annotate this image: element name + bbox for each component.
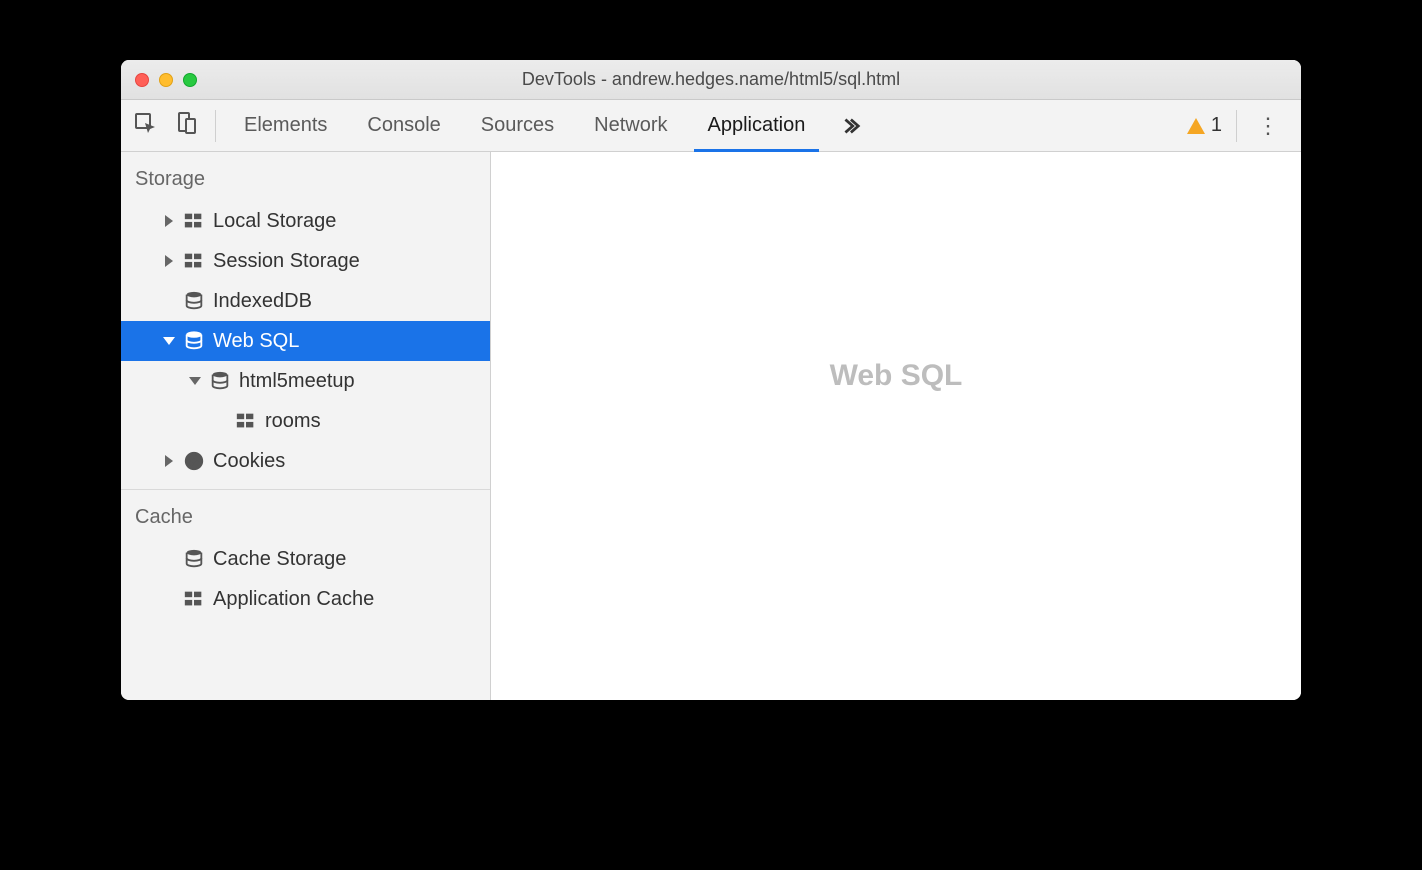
tab-console[interactable]: Console xyxy=(347,100,460,151)
sidebar-item-label: Local Storage xyxy=(213,210,336,233)
devtools-body: Storage Local Storage Session Storage Index… xyxy=(121,152,1301,700)
database-icon xyxy=(183,290,205,312)
tabs-overflow-button[interactable] xyxy=(825,100,875,151)
tab-network[interactable]: Network xyxy=(574,100,687,151)
sidebar-item-cookies[interactable]: Cookies xyxy=(121,441,490,481)
sidebar-item-label: rooms xyxy=(265,410,321,433)
chevron-right-icon[interactable] xyxy=(163,455,175,467)
application-main-pane: Web SQL xyxy=(491,152,1301,700)
sidebar-item-indexeddb[interactable]: IndexedDB xyxy=(121,281,490,321)
tab-sources[interactable]: Sources xyxy=(461,100,574,151)
storage-grid-icon xyxy=(235,410,257,432)
sidebar-item-label: Cache Storage xyxy=(213,548,346,571)
chevron-right-icon[interactable] xyxy=(163,255,175,267)
window-titlebar: DevTools - andrew.hedges.name/html5/sql.… xyxy=(121,60,1301,100)
panel-tabs: Elements Console Sources Network Applica… xyxy=(224,100,1177,151)
sidebar-item-local-storage[interactable]: Local Storage xyxy=(121,201,490,241)
settings-menu-button[interactable]: ⋮ xyxy=(1247,113,1289,139)
sidebar-section: Cache Cache Storage Application Cache xyxy=(121,490,490,627)
storage-grid-icon xyxy=(183,588,205,610)
tab-application[interactable]: Application xyxy=(688,100,826,151)
warnings-indicator[interactable]: 1 xyxy=(1187,110,1237,142)
sidebar-section: Storage Local Storage Session Storage Index… xyxy=(121,152,490,490)
devtools-window: DevTools - andrew.hedges.name/html5/sql.… xyxy=(121,60,1301,700)
inspect-element-icon[interactable] xyxy=(133,111,157,141)
sidebar-item-label: Session Storage xyxy=(213,250,360,273)
chevron-spacer xyxy=(163,295,175,307)
main-placeholder-text: Web SQL xyxy=(830,359,963,393)
sidebar-item-label: html5meetup xyxy=(239,370,355,393)
devtools-toolbar: Elements Console Sources Network Applica… xyxy=(121,100,1301,152)
sidebar-item-cache-storage[interactable]: Cache Storage xyxy=(121,539,490,579)
window-title: DevTools - andrew.hedges.name/html5/sql.… xyxy=(121,69,1301,90)
storage-grid-icon xyxy=(183,250,205,272)
chevron-right-icon[interactable] xyxy=(163,215,175,227)
warnings-count: 1 xyxy=(1211,114,1222,137)
toolbar-left-icons xyxy=(133,110,216,142)
sidebar-item-label: IndexedDB xyxy=(213,290,312,313)
warning-icon xyxy=(1187,118,1205,134)
sidebar-item-application-cache[interactable]: Application Cache xyxy=(121,579,490,619)
sidebar-item-rooms[interactable]: rooms xyxy=(121,401,490,441)
database-icon xyxy=(183,548,205,570)
sidebar-item-label: Web SQL xyxy=(213,330,299,353)
minimize-window-button[interactable] xyxy=(159,73,173,87)
toolbar-right: 1 ⋮ xyxy=(1177,110,1289,142)
traffic-lights xyxy=(121,73,197,87)
sidebar-item-html5meetup[interactable]: html5meetup xyxy=(121,361,490,401)
sidebar-item-web-sql[interactable]: Web SQL xyxy=(121,321,490,361)
sidebar-item-label: Application Cache xyxy=(213,588,374,611)
chevron-down-icon[interactable] xyxy=(189,375,201,387)
close-window-button[interactable] xyxy=(135,73,149,87)
chevron-spacer xyxy=(163,593,175,605)
chevron-spacer xyxy=(215,415,227,427)
sidebar-item-session-storage[interactable]: Session Storage xyxy=(121,241,490,281)
storage-grid-icon xyxy=(183,210,205,232)
sidebar-item-label: Cookies xyxy=(213,450,285,473)
maximize-window-button[interactable] xyxy=(183,73,197,87)
application-sidebar: Storage Local Storage Session Storage Index… xyxy=(121,152,491,700)
tab-elements[interactable]: Elements xyxy=(224,100,347,151)
device-toggle-icon[interactable] xyxy=(175,111,199,141)
sidebar-section-title: Storage xyxy=(121,152,490,201)
chevron-down-icon[interactable] xyxy=(163,335,175,347)
cookie-icon xyxy=(183,450,205,472)
chevron-spacer xyxy=(163,553,175,565)
database-icon xyxy=(209,370,231,392)
sidebar-section-title: Cache xyxy=(121,490,490,539)
database-icon xyxy=(183,330,205,352)
